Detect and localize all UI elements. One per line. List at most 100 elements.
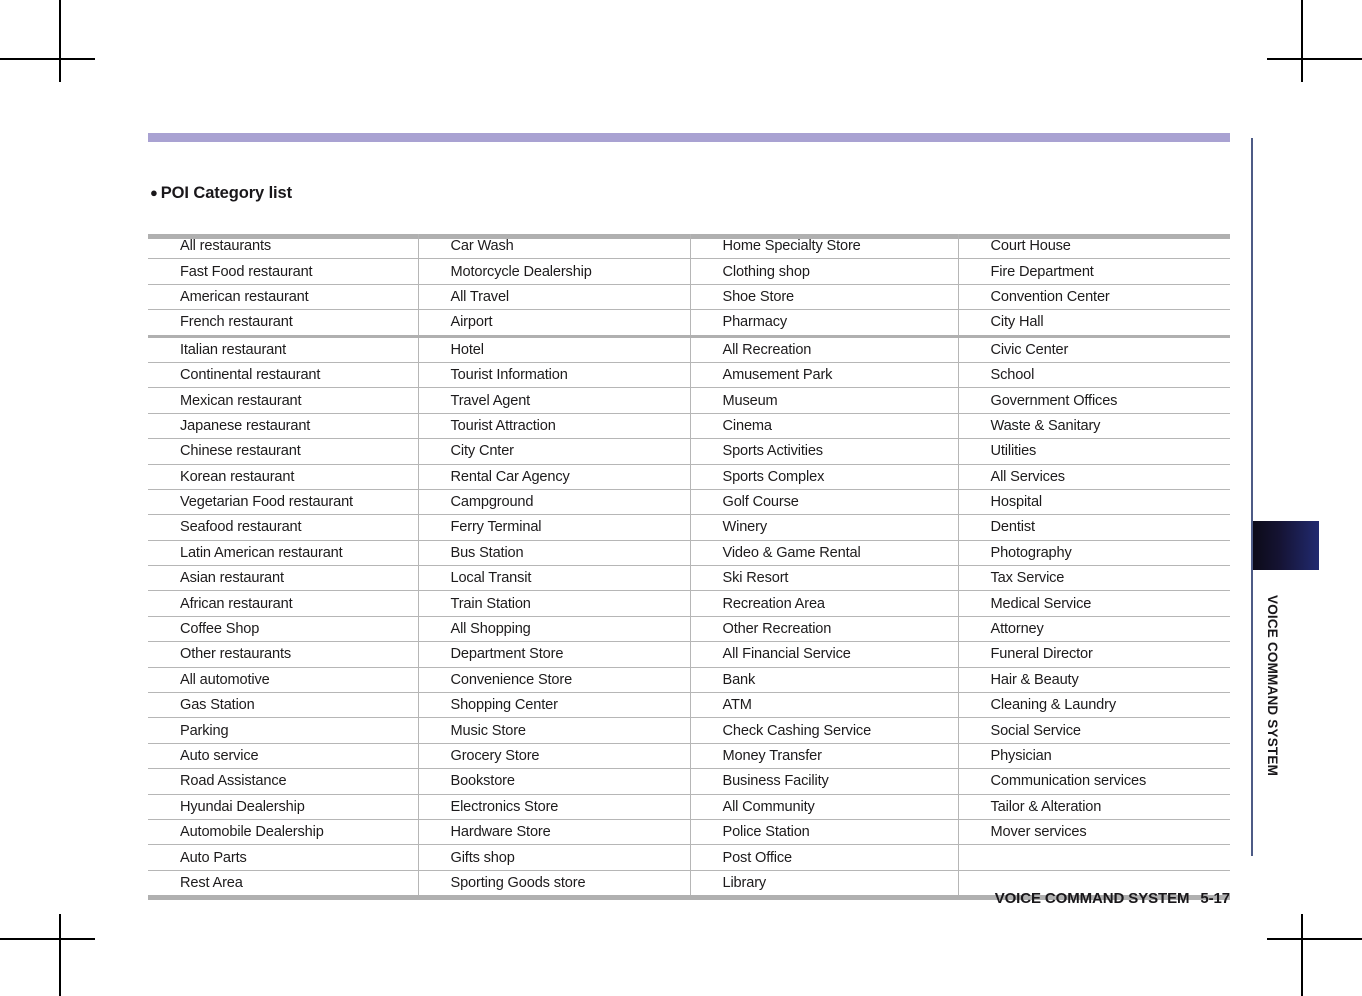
poi-item-cell: Fast Food restaurant — [148, 258, 419, 285]
poi-item-cell: Airport — [418, 309, 691, 337]
poi-item-cell: American restaurant — [148, 284, 419, 311]
poi-item-cell: Other Recreation — [690, 616, 959, 643]
table-row: Automobile Dealership Hardware Store Polic… — [148, 819, 1230, 846]
poi-item-cell: Home Specialty Store — [690, 234, 959, 260]
poi-item-cell: Car Wash — [418, 234, 691, 260]
table-row: Asian restaurant Local Transit Ski Resort T… — [148, 565, 1230, 592]
poi-item-cell: Ferry Terminal — [418, 514, 691, 541]
poi-category-cell: All Recreation — [690, 334, 959, 363]
table-row: All restaurants Car Wash Home Specialty St… — [148, 234, 1230, 260]
poi-item-cell: Museum — [690, 387, 959, 414]
poi-item-cell: Clothing shop — [690, 258, 959, 285]
poi-item-cell: Dentist — [958, 514, 1230, 541]
poi-item-cell: Road Assistance — [148, 768, 419, 795]
crop-mark-top-left — [59, 0, 61, 82]
poi-item-cell: Latin American restaurant — [148, 540, 419, 567]
poi-item-cell: Tourist Information — [418, 362, 691, 389]
poi-item-cell: Shoe Store — [690, 284, 959, 311]
poi-item-cell: Japanese restaurant — [148, 413, 419, 440]
poi-item-cell: Sports Activities — [690, 438, 959, 465]
poi-item-cell: Amusement Park — [690, 362, 959, 389]
poi-item-cell: Fire Department — [958, 258, 1230, 285]
poi-item-cell: Tourist Attraction — [418, 413, 691, 440]
table-row: Gas Station Shopping Center ATM Cleaning & … — [148, 692, 1230, 719]
poi-item-cell: Seafood restaurant — [148, 514, 419, 541]
table-row: Mexican restaurant Travel Agent Museum Gove… — [148, 387, 1230, 414]
poi-item-cell: Hospital — [958, 489, 1230, 516]
poi-item-cell: Rest Area — [148, 870, 419, 896]
poi-item-cell: African restaurant — [148, 590, 419, 617]
table-row: Japanese restaurant Tourist Attraction Cin… — [148, 413, 1230, 440]
poi-item-cell: Korean restaurant — [148, 464, 419, 490]
poi-item-cell: Court House — [958, 234, 1230, 260]
poi-item-cell: Coffee Shop — [148, 616, 419, 643]
poi-item-cell: Civic Center — [958, 334, 1230, 363]
poi-item-cell: French restaurant — [148, 309, 419, 337]
crop-mark-right-bottom — [1267, 938, 1362, 940]
poi-item-cell: Gas Station — [148, 692, 419, 719]
table-row: Continental restaurant Tourist Informatio… — [148, 362, 1230, 389]
poi-item-cell: Tax Service — [958, 565, 1230, 592]
poi-item-cell: Bus Station — [418, 540, 691, 567]
page-number: 5-17 — [1200, 890, 1230, 907]
poi-item-cell: Photography — [958, 540, 1230, 567]
poi-item-cell: Local Transit — [418, 565, 691, 592]
poi-item-cell: Auto Parts — [148, 844, 419, 871]
poi-item-cell: City Cnter — [418, 438, 691, 465]
poi-item-cell: Travel Agent — [418, 387, 691, 414]
poi-item-cell: Video & Game Rental — [690, 540, 959, 567]
poi-item-cell: Hair & Beauty — [958, 667, 1230, 694]
crop-mark-top-right — [1301, 0, 1303, 82]
crop-mark-right-top — [1267, 58, 1362, 60]
poi-item-cell: Convention Center — [958, 284, 1230, 311]
poi-item-cell: Funeral Director — [958, 641, 1230, 668]
poi-item-cell: Golf Course — [690, 489, 959, 516]
poi-item-cell: Other restaurants — [148, 641, 419, 668]
crop-mark-bottom-left — [59, 914, 61, 996]
table-row: Korean restaurant Rental Car Agency Sports… — [148, 464, 1230, 490]
poi-item-cell: Parking — [148, 717, 419, 744]
poi-item-cell: Shopping Center — [418, 692, 691, 719]
table-row: Fast Food restaurant Motorcycle Dealershi… — [148, 258, 1230, 285]
bullet-icon: ● — [150, 184, 158, 200]
poi-item-cell: Vegetarian Food restaurant — [148, 489, 419, 516]
poi-item-cell: Physician — [958, 743, 1230, 770]
poi-item-cell: Pharmacy — [690, 309, 959, 337]
poi-item-cell: Communication services — [958, 768, 1230, 795]
poi-item-cell: Medical Service — [958, 590, 1230, 617]
header-accent-bar — [148, 133, 1230, 142]
poi-item-cell — [958, 844, 1230, 871]
poi-category-cell: All restaurants — [148, 234, 419, 260]
poi-item-cell: Motorcycle Dealership — [418, 258, 691, 285]
poi-item-cell: Convenience Store — [418, 667, 691, 694]
page-title-label: POI Category list — [160, 184, 293, 202]
table-row: Latin American restaurant Bus Station Vide… — [148, 540, 1230, 567]
poi-item-cell: Library — [690, 870, 959, 896]
poi-category-table-wrap: All restaurants Car Wash Home Specialty St… — [148, 234, 1230, 896]
table-row: American restaurant All Travel Shoe Store C… — [148, 284, 1230, 311]
poi-item-cell: Hotel — [418, 334, 691, 363]
poi-item-cell: Electronics Store — [418, 794, 691, 820]
page-title: ● POI Category list — [150, 184, 292, 203]
poi-item-cell: Cinema — [690, 413, 959, 440]
poi-item-cell: Post Office — [690, 844, 959, 871]
crop-mark-bottom-right — [1301, 914, 1303, 996]
poi-item-cell: Continental restaurant — [148, 362, 419, 389]
poi-item-cell: School — [958, 362, 1230, 389]
poi-item-cell: Cleaning & Laundry — [958, 692, 1230, 719]
poi-item-cell: Rental Car Agency — [418, 464, 691, 490]
side-tab-label: VOICE COMMAND SYSTEM — [1265, 595, 1280, 777]
table-row: African restaurant Train Station Recreatio… — [148, 590, 1230, 617]
crop-mark-left-bottom — [0, 938, 95, 940]
poi-item-cell: Police Station — [690, 819, 959, 846]
poi-item-cell: Sports Complex — [690, 464, 959, 490]
table-row: Vegetarian Food restaurant Campground Golf… — [148, 489, 1230, 516]
poi-item-cell: Waste & Sanitary — [958, 413, 1230, 440]
poi-item-cell: Sporting Goods store — [418, 870, 691, 896]
poi-item-cell: Bookstore — [418, 768, 691, 795]
poi-item-cell: City Hall — [958, 309, 1230, 337]
poi-item-cell: Hardware Store — [418, 819, 691, 846]
poi-item-cell: Campground — [418, 489, 691, 516]
table-row: Auto service Grocery Store Money Transfer P… — [148, 743, 1230, 770]
table-row: Hyundai Dealership Electronics Store All C… — [148, 794, 1230, 820]
